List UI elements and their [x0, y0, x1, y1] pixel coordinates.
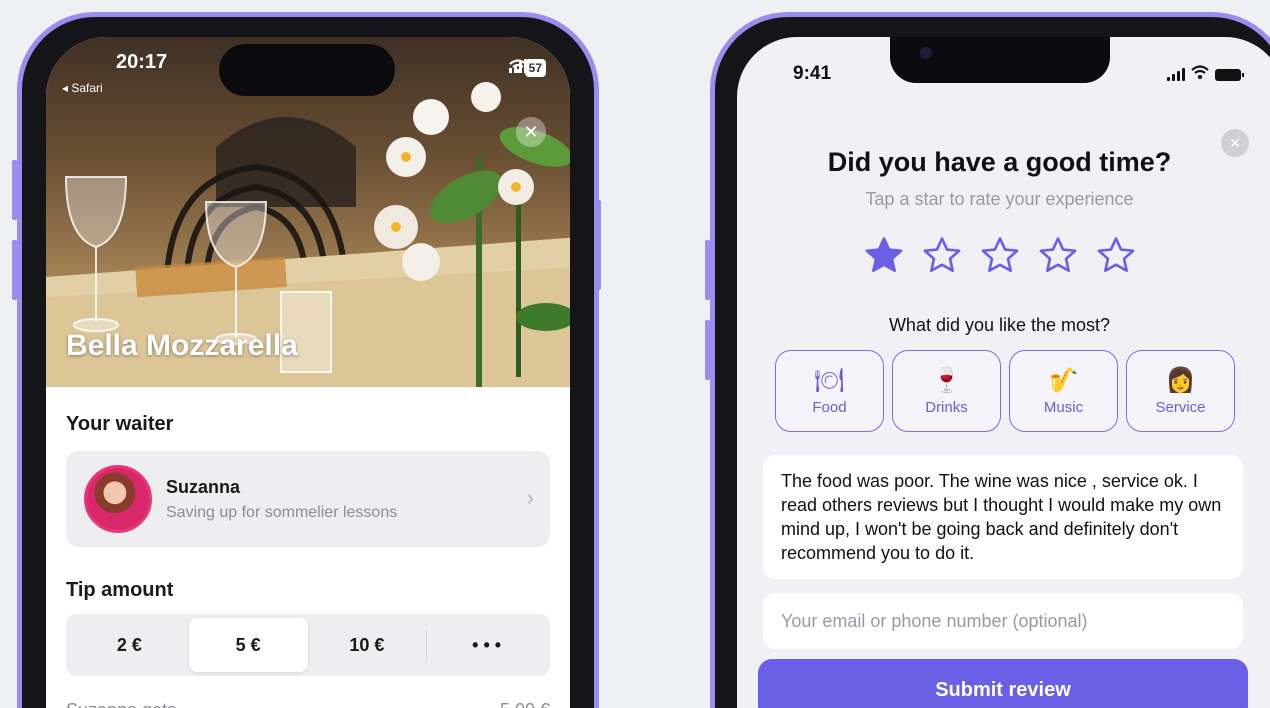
waiter-tagline: Saving up for sommelier lessons — [166, 503, 398, 521]
summary-label: Suzanna gets — [66, 700, 176, 708]
tip-option-more[interactable]: • • • — [427, 618, 546, 672]
review-subtitle: Tap a star to rate your experience — [865, 189, 1134, 209]
camera-icon — [920, 47, 932, 59]
category-food-button[interactable]: 🍽 Food — [775, 350, 884, 432]
tip-option-10[interactable]: 10 € — [308, 618, 427, 672]
status-icons — [1167, 65, 1244, 84]
review-title: Did you have a good time? — [827, 147, 1172, 177]
dynamic-island — [219, 44, 395, 96]
tip-option-5[interactable]: 5 € — [188, 618, 308, 672]
waiter-name: Suzanna — [166, 476, 241, 497]
volume-button — [12, 160, 17, 220]
restaurant-name: Bella Mozzarella — [66, 329, 298, 362]
summary-value: 5,00 € — [500, 700, 550, 708]
category-service-button[interactable]: 👩 Service — [1126, 350, 1235, 432]
left-phone-screen: 20:17 ◂ Safari 57 ✕ Bella Mozzarella You… — [46, 37, 570, 708]
status-time: 20:17 — [116, 51, 168, 73]
star-rating — [737, 235, 1262, 277]
status-time: 9:41 — [793, 63, 832, 84]
category-label: Service — [1155, 398, 1206, 416]
like-most-question: What did you like the most? — [888, 315, 1111, 335]
signal-icon — [1167, 68, 1185, 81]
left-phone-frame: 20:17 ◂ Safari 57 ✕ Bella Mozzarella You… — [17, 12, 599, 708]
category-drinks-button[interactable]: 🍷 Drinks — [892, 350, 1001, 432]
restaurant-hero-image: 20:17 ◂ Safari 57 ✕ Bella Mozzarella — [46, 37, 570, 387]
notch — [890, 37, 1110, 83]
power-button — [596, 200, 601, 290]
battery-indicator: 57 — [524, 59, 546, 77]
volume-button — [12, 240, 17, 300]
star-icon-5[interactable] — [1095, 235, 1137, 277]
tip-amount-selector: 2 € 5 € 10 € • • • — [66, 614, 550, 676]
contact-input[interactable] — [763, 593, 1243, 649]
star-icon-1[interactable] — [863, 235, 905, 277]
back-to-safari-link[interactable]: ◂ Safari — [62, 81, 103, 95]
avatar — [84, 465, 152, 533]
star-icon-4[interactable] — [1037, 235, 1079, 277]
plate-cutlery-icon: 🍽 — [814, 366, 845, 394]
waiter-card[interactable]: Suzanna Saving up for sommelier lessons … — [66, 451, 550, 547]
category-music-button[interactable]: 🎷 Music — [1009, 350, 1118, 432]
right-phone-screen: 9:41 ✕ Did you have a good time? Tap a s… — [737, 37, 1270, 708]
status-icons: 57 — [508, 59, 546, 77]
right-phone-frame: 9:41 ✕ Did you have a good time? Tap a s… — [710, 12, 1270, 708]
category-label: Food — [812, 398, 847, 416]
saxophone-icon: 🎷 — [1048, 366, 1079, 394]
category-chips: 🍽 Food 🍷 Drinks 🎷 Music 👩 Service — [775, 350, 1235, 432]
category-label: Music — [1043, 398, 1084, 416]
tip-section-title: Tip amount — [66, 579, 174, 601]
tip-form: Your waiter Suzanna Saving up for sommel… — [46, 387, 570, 708]
waiter-icon: 👩 — [1165, 366, 1196, 394]
chevron-right-icon: › — [526, 485, 534, 510]
battery-icon — [1215, 68, 1244, 81]
tip-option-2[interactable]: 2 € — [70, 618, 189, 672]
tip-summary-row: Suzanna gets 5,00 € — [66, 700, 550, 708]
submit-review-button[interactable]: Submit review — [758, 659, 1248, 708]
wine-glass-icon: 🍷 — [931, 366, 962, 394]
star-icon-2[interactable] — [921, 235, 963, 277]
star-icon-3[interactable] — [979, 235, 1021, 277]
wifi-icon — [1191, 65, 1209, 84]
review-textarea[interactable]: The food was poor. The wine was nice , s… — [763, 455, 1243, 579]
category-label: Drinks — [925, 398, 968, 416]
waiter-section-title: Your waiter — [66, 413, 174, 435]
close-icon[interactable]: ✕ — [516, 117, 546, 147]
